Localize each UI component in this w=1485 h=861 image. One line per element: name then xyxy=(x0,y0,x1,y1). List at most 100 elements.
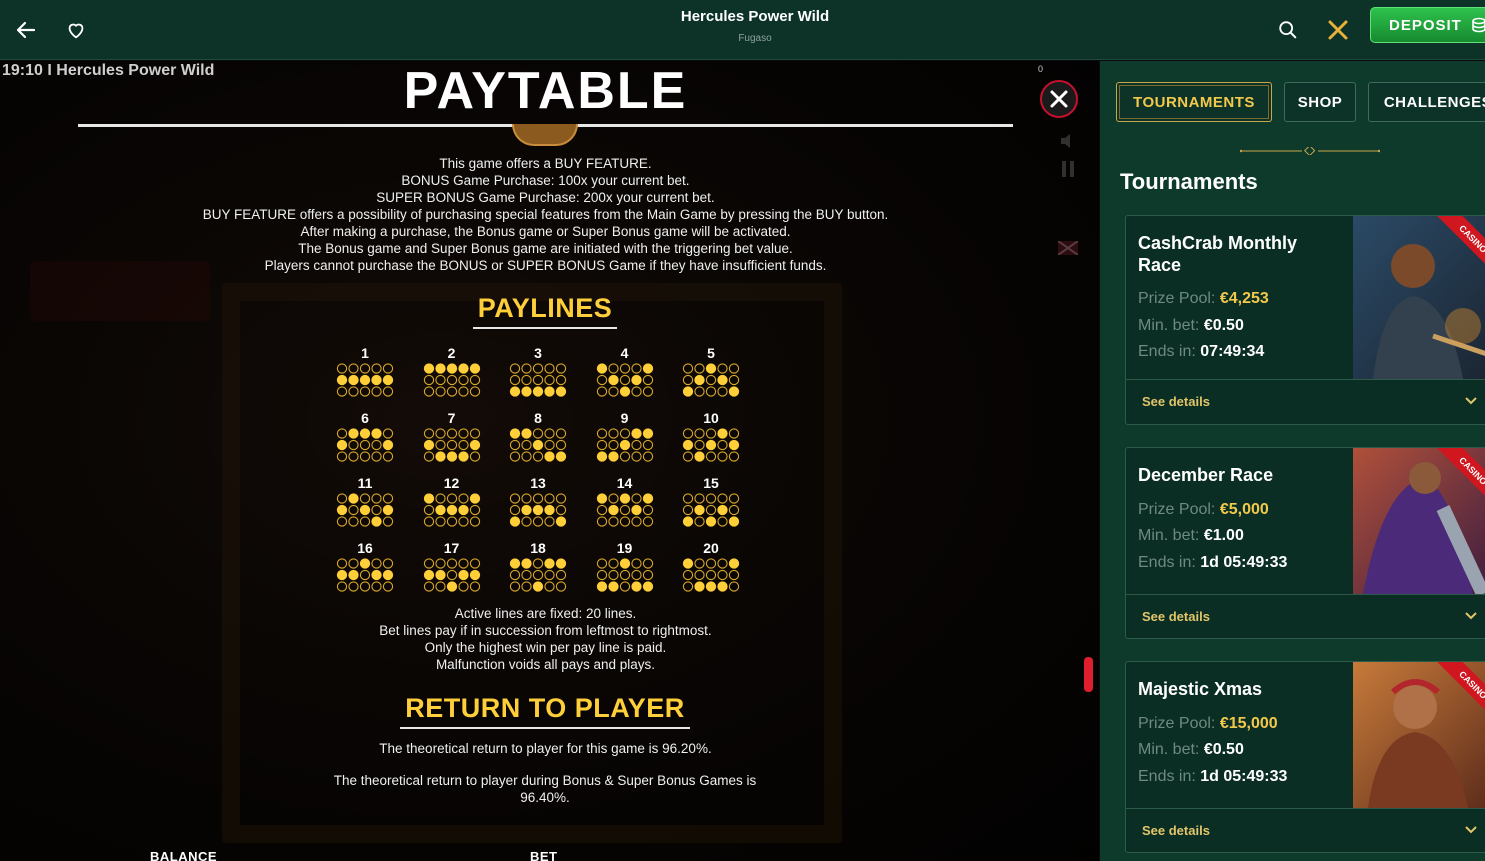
tab-challenges[interactable]: CHALLENGES xyxy=(1368,82,1485,122)
payline-dot xyxy=(532,451,544,462)
language-flag-icon[interactable] xyxy=(1057,240,1079,261)
payline-dot xyxy=(359,569,371,581)
payline-dot-active xyxy=(607,451,619,462)
game-frame[interactable]: 19:10 I Hercules Power Wild 0 PAYTABLE T… xyxy=(0,61,1099,861)
payline-dot xyxy=(371,558,382,569)
chevron-down-icon[interactable] xyxy=(1464,611,1478,621)
paytable-scrollbar[interactable] xyxy=(1084,657,1093,692)
payline-dot xyxy=(434,516,446,527)
close-icon xyxy=(1050,90,1068,108)
payline-dot xyxy=(705,504,717,516)
sound-icon[interactable] xyxy=(1058,131,1078,151)
payline-number: 15 xyxy=(703,475,719,491)
payline-diagram xyxy=(682,558,740,592)
payline-dot-active xyxy=(596,493,607,504)
tournament-card[interactable]: CashCrab Monthly Race Prize Pool: €4,253… xyxy=(1125,215,1485,425)
payline-dot-active xyxy=(682,516,694,527)
payline-dot xyxy=(596,516,607,527)
top-bar: Hercules Power Wild Fugaso DEPOSIT xyxy=(0,0,1485,60)
payline-dot-active xyxy=(359,428,371,439)
payline-dot-active xyxy=(596,451,607,462)
prize-value: €4,253 xyxy=(1219,290,1269,307)
payline-dot-active xyxy=(382,569,394,581)
payline-dot xyxy=(619,363,630,374)
payline-dot-active xyxy=(446,363,457,374)
payline-item: 2 xyxy=(417,345,487,397)
payline-dot-active xyxy=(359,558,371,569)
payline-dot-active xyxy=(371,428,382,439)
payline-dot xyxy=(544,374,555,386)
payline-number: 16 xyxy=(357,540,373,556)
payline-dot xyxy=(642,451,653,462)
payline-number: 12 xyxy=(443,475,460,491)
payline-dot xyxy=(469,451,480,462)
payline-diagram xyxy=(509,428,567,462)
payline-dot xyxy=(544,493,555,504)
payline-item: 19 xyxy=(590,540,660,592)
search-icon[interactable] xyxy=(1272,14,1304,46)
payline-dot xyxy=(359,386,371,397)
buy-feature-line: BUY FEATURE offers a possibility of purc… xyxy=(202,207,889,222)
min-bet-label: Min. bet: xyxy=(1138,317,1200,334)
close-icon[interactable] xyxy=(1322,14,1354,46)
payline-dot xyxy=(728,451,740,462)
tournament-card[interactable]: Majestic Xmas Prize Pool: €15,000 Min. b… xyxy=(1125,661,1485,853)
chevron-down-icon[interactable] xyxy=(1464,396,1478,406)
payline-dot-active xyxy=(705,363,717,374)
payline-dot-active xyxy=(371,374,382,386)
tournament-name: December Race xyxy=(1138,465,1274,485)
payline-dot-active xyxy=(359,374,371,386)
payline-dot xyxy=(642,558,653,569)
close-paytable-button[interactable] xyxy=(1040,80,1078,118)
payline-dot xyxy=(532,493,544,504)
deposit-button[interactable]: DEPOSIT xyxy=(1370,7,1485,43)
payline-dot xyxy=(382,451,394,462)
ends-in: Ends in: 07:49:34 xyxy=(1138,343,1264,361)
payline-dot-active xyxy=(705,516,717,527)
buy-feature-line: SUPER BONUS Game Purchase: 200x your cur… xyxy=(376,190,715,205)
payline-dot-active xyxy=(728,386,740,397)
prize-pool: Prize Pool: €5,000 xyxy=(1138,501,1269,519)
payline-dot-active xyxy=(509,516,521,527)
payline-dot xyxy=(532,516,544,527)
payline-dot xyxy=(521,439,532,451)
payline-dot xyxy=(630,558,642,569)
tournament-footer[interactable]: See details xyxy=(1126,594,1485,638)
payline-item: 8 xyxy=(503,410,573,462)
payline-dot xyxy=(717,363,728,374)
tab-tournaments[interactable]: TOURNAMENTS xyxy=(1116,82,1272,122)
payline-dot xyxy=(532,569,544,581)
tournaments-sidebar: TOURNAMENTS SHOP CHALLENGES Tournaments … xyxy=(1100,61,1485,861)
tournament-card[interactable]: December Race Prize Pool: €5,000 Min. be… xyxy=(1125,447,1485,639)
tournament-name: Majestic Xmas xyxy=(1138,679,1263,699)
min-bet-label: Min. bet: xyxy=(1138,741,1200,758)
rtp-text-2: The theoretical return to player during … xyxy=(333,773,757,805)
see-details-link[interactable]: See details xyxy=(1142,609,1210,624)
payline-item: 18 xyxy=(503,540,573,592)
tab-shop[interactable]: SHOP xyxy=(1284,82,1356,122)
payline-dot-active xyxy=(469,493,480,504)
payline-item: 15 xyxy=(676,475,746,527)
payline-dot xyxy=(348,386,359,397)
payline-dot xyxy=(446,386,457,397)
payline-dot-active xyxy=(544,386,555,397)
see-details-link[interactable]: See details xyxy=(1142,394,1210,409)
see-details-link[interactable]: See details xyxy=(1142,823,1210,838)
ends-in: Ends in: 1d 05:49:33 xyxy=(1138,768,1287,786)
chevron-down-icon[interactable] xyxy=(1464,825,1478,835)
tournament-footer[interactable]: See details xyxy=(1126,808,1485,852)
payline-dot xyxy=(457,428,469,439)
payline-dot xyxy=(434,374,446,386)
payline-dot xyxy=(336,516,348,527)
payline-dot xyxy=(694,439,705,451)
min-bet-value: €0.50 xyxy=(1203,317,1244,334)
tournament-footer[interactable]: See details xyxy=(1126,379,1485,424)
payline-dot-active xyxy=(705,439,717,451)
payline-dot xyxy=(694,569,705,581)
payline-dot xyxy=(336,428,348,439)
payline-dot xyxy=(469,428,480,439)
payline-dot-active xyxy=(642,581,653,592)
payline-dot-active xyxy=(555,386,567,397)
prize-label: Prize Pool: xyxy=(1138,501,1216,518)
pause-icon[interactable] xyxy=(1058,159,1078,179)
